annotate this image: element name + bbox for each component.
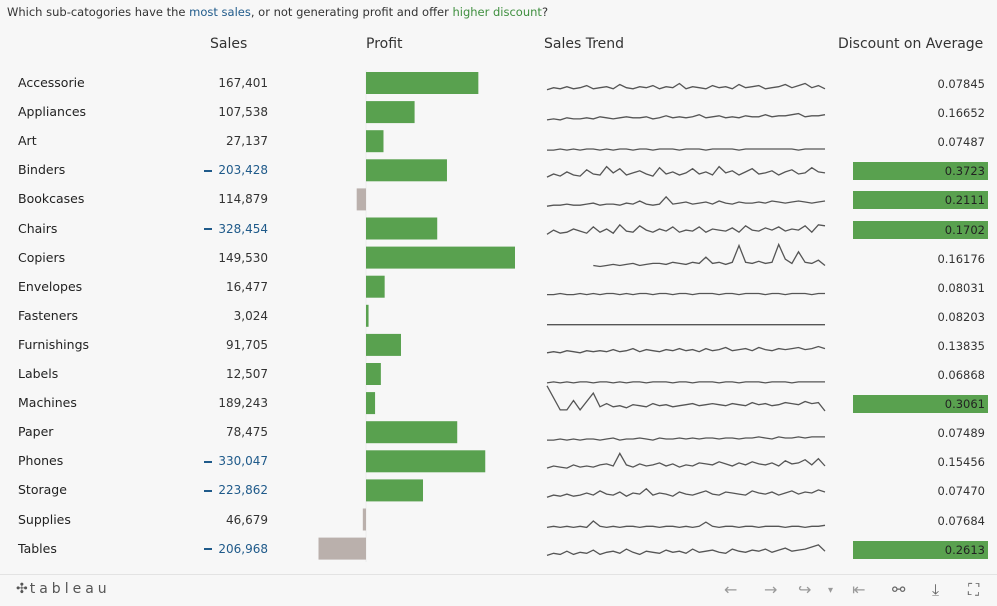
profit-bar xyxy=(362,508,366,531)
sales-trend-line xyxy=(547,436,825,441)
sales-trend-line xyxy=(546,544,826,557)
profit-bar xyxy=(318,537,366,560)
profit-bar xyxy=(366,275,385,298)
profit-bar xyxy=(366,304,369,327)
undo-icon[interactable]: ← xyxy=(724,580,737,599)
sales-trend-line xyxy=(547,148,825,151)
sales-trend-line xyxy=(546,82,826,91)
redo-icon[interactable]: → xyxy=(764,580,777,599)
tableau-logo[interactable]: ✣ tableau xyxy=(16,581,111,597)
sales-trend-line xyxy=(546,452,826,469)
chart-canvas xyxy=(318,70,826,562)
sales-trend-line xyxy=(546,487,826,498)
revert-dropdown-icon[interactable]: ▾ xyxy=(828,585,833,596)
profit-bar xyxy=(366,421,458,444)
revert-icon[interactable]: ↪ xyxy=(798,580,811,599)
share-icon[interactable]: ⚯ xyxy=(892,580,905,599)
sales-trend-line xyxy=(546,195,826,207)
sales-trend-line xyxy=(546,381,825,384)
tableau-cross-icon: ✣ xyxy=(16,581,28,597)
profit-bar xyxy=(366,450,486,473)
sales-trend-line xyxy=(546,345,826,354)
profit-bar xyxy=(366,246,515,269)
profit-bar xyxy=(366,72,479,94)
download-icon[interactable]: ⤓ xyxy=(932,580,939,600)
sales-trend-line xyxy=(546,112,826,121)
sales-trend-line xyxy=(546,165,826,178)
profit-bar xyxy=(366,101,415,124)
profit-bar xyxy=(366,130,384,153)
profit-bar xyxy=(366,363,381,385)
profit-bar xyxy=(366,217,438,240)
sales-trend-line xyxy=(593,242,826,268)
profit-bar xyxy=(366,392,376,415)
sales-trend-line xyxy=(547,292,825,296)
profit-bar xyxy=(366,479,424,502)
sales-trend-line xyxy=(546,385,826,412)
profit-bar xyxy=(366,159,447,182)
fullscreen-icon[interactable]: ⛶ xyxy=(968,580,979,600)
reset-icon[interactable]: ⇤ xyxy=(852,580,865,599)
profit-bar xyxy=(356,188,366,211)
sales-trend-line xyxy=(546,520,826,529)
profit-bar xyxy=(366,333,401,356)
footer-toolbar: ✣ tableau ← → ↪ ▾ ⇤ ⚯ ⤓ ⛶ xyxy=(0,574,997,606)
logo-text: tableau xyxy=(29,581,111,597)
sales-trend-line xyxy=(546,223,826,235)
